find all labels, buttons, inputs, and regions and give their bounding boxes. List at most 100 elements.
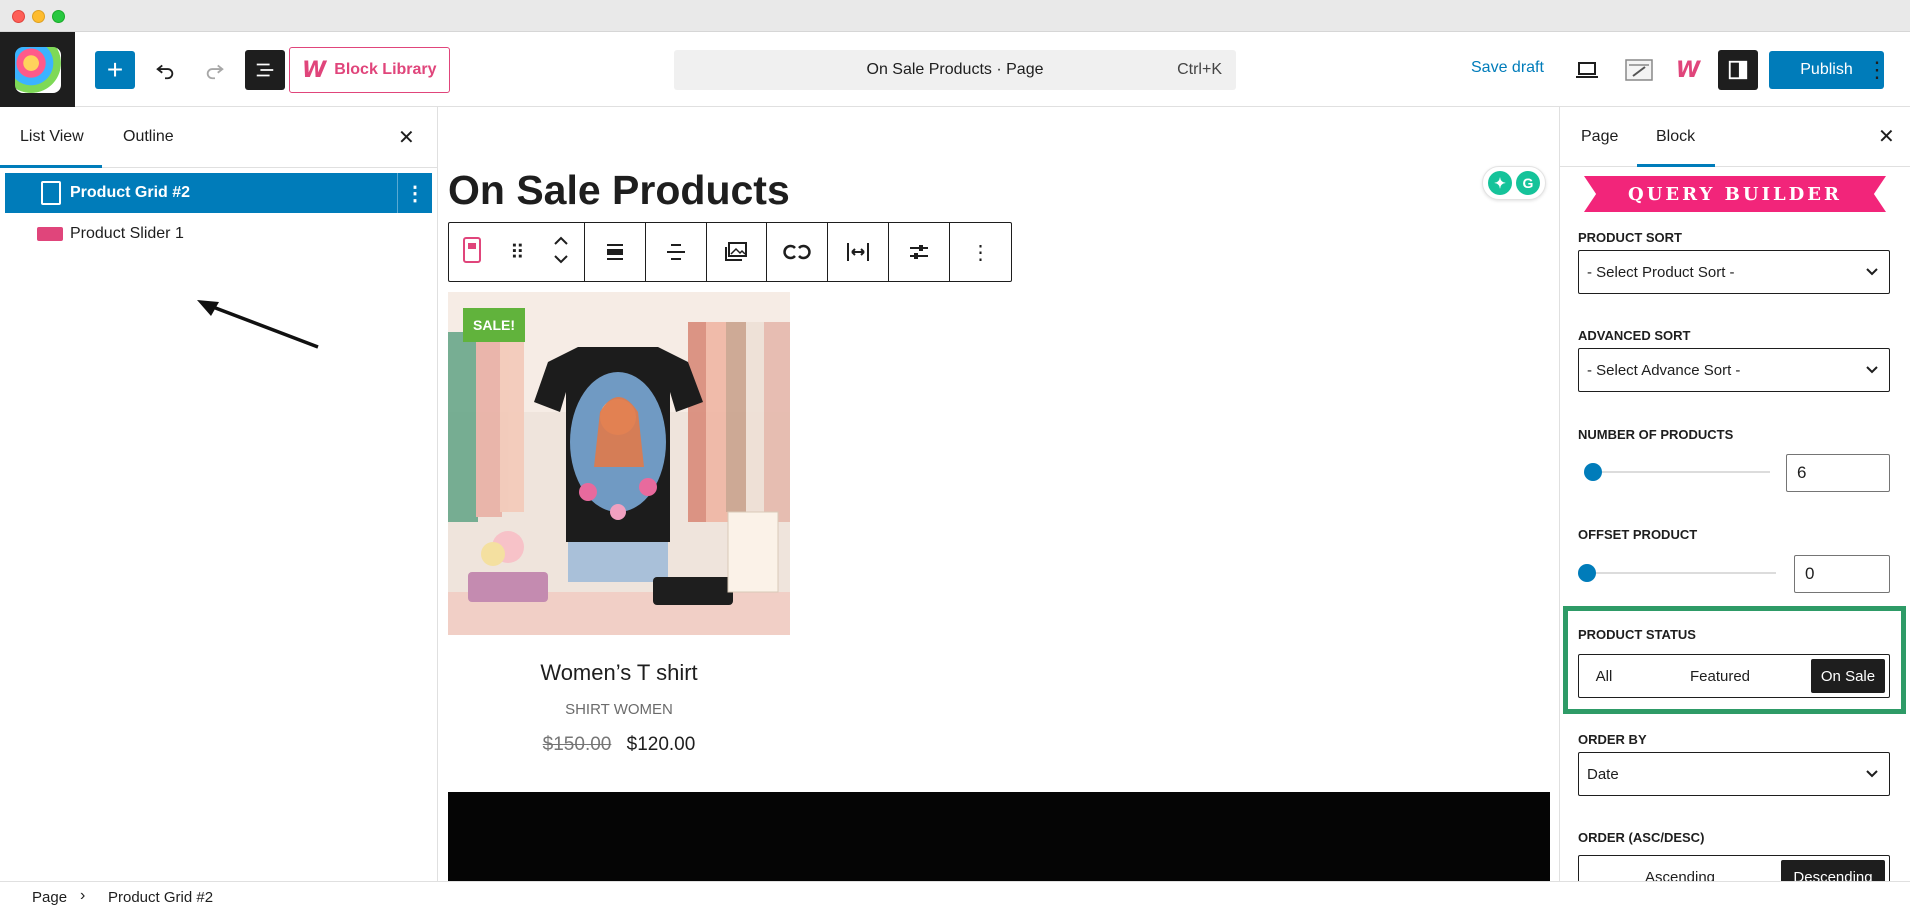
chevron-right-icon: › <box>80 887 86 904</box>
status-option-on-sale[interactable]: On Sale <box>1811 659 1885 693</box>
align-button[interactable] <box>585 223 646 281</box>
close-list-view-button[interactable]: ✕ <box>398 125 415 150</box>
product-title[interactable]: Women’s T shirt <box>448 660 790 686</box>
number-of-products-input[interactable]: 6 <box>1786 454 1890 492</box>
editor-icon <box>1625 59 1653 81</box>
advanced-sort-select[interactable]: - Select Advance Sort - <box>1578 348 1890 392</box>
command-palette-bar[interactable]: On Sale Products · Page Ctrl+K <box>674 50 1236 90</box>
undo-button[interactable] <box>146 51 184 89</box>
active-tab-indicator <box>0 165 102 168</box>
redo-button[interactable] <box>196 51 234 89</box>
list-item-product-grid[interactable]: Product Grid #2 ⋮ <box>5 173 432 213</box>
preview-button[interactable] <box>1568 51 1606 89</box>
status-option-all[interactable]: All <box>1579 659 1629 693</box>
gallery-button[interactable] <box>707 223 768 281</box>
offset-product-slider-thumb[interactable] <box>1578 564 1596 582</box>
order-option-ascending[interactable]: Ascending <box>1579 860 1781 882</box>
annotation-arrow <box>197 300 319 349</box>
block-library-button[interactable]: W Block Library <box>289 47 450 93</box>
laptop-icon <box>1576 62 1598 78</box>
settings-sidebar-toggle[interactable] <box>1718 50 1758 90</box>
drag-handle-icon[interactable]: ⠿ <box>510 240 525 265</box>
site-icon <box>14 46 61 93</box>
breadcrumb-current-block[interactable]: Product Grid #2 <box>108 889 213 906</box>
grammarly-widget[interactable]: ✦ G <box>1482 166 1546 200</box>
product-status-label: PRODUCT STATUS <box>1578 627 1696 642</box>
width-button[interactable] <box>828 223 890 281</box>
number-of-products-slider-track[interactable] <box>1590 471 1770 473</box>
offset-product-input[interactable]: 0 <box>1794 555 1890 593</box>
list-item-product-slider[interactable]: Product Slider 1 <box>5 214 432 254</box>
block-inserter-button[interactable]: + <box>95 51 135 89</box>
order-by-value: Date <box>1587 765 1619 783</box>
advanced-sort-value: - Select Advance Sort - <box>1587 361 1741 379</box>
sale-badge: SALE! <box>463 308 525 342</box>
editor-canvas: On Sale Products ✦ G ⠿ ⋮ SALE! Women’s T… <box>439 107 1559 881</box>
close-settings-button[interactable]: ✕ <box>1878 124 1895 149</box>
minimize-window-button[interactable] <box>32 10 45 23</box>
chevron-down-icon <box>1866 268 1878 276</box>
list-item-options-button[interactable]: ⋮ <box>397 173 432 213</box>
undo-icon <box>156 64 174 80</box>
list-item-label: Product Grid #2 <box>70 184 191 201</box>
justify-center-icon <box>666 244 685 260</box>
list-view-panel: List View Outline ✕ Product Grid #2 ⋮ Pr… <box>0 107 438 881</box>
product-price: $150.00 $120.00 <box>448 734 790 756</box>
offset-product-slider-track[interactable] <box>1586 572 1776 574</box>
link-icon <box>783 244 812 260</box>
page-title[interactable]: On Sale Products <box>448 167 790 214</box>
tab-list-view[interactable]: List View <box>20 128 84 146</box>
editor-tools-button[interactable] <box>1620 51 1658 89</box>
save-draft-button[interactable]: Save draft <box>1471 59 1544 77</box>
order-option-descending[interactable]: Descending <box>1781 860 1885 881</box>
tab-block[interactable]: Block <box>1656 128 1695 146</box>
product-sort-label: PRODUCT SORT <box>1578 230 1682 245</box>
regular-price: $150.00 <box>542 734 612 755</box>
order-by-select[interactable]: Date <box>1578 752 1890 796</box>
more-vertical-icon: ⋮ <box>970 241 991 264</box>
settings-sidebar: Page Block ✕ QUERY BUILDER PRODUCT SORT … <box>1559 107 1910 881</box>
grammarly-icon: G <box>1516 171 1540 195</box>
order-label: ORDER (ASC/DESC) <box>1578 830 1705 845</box>
tab-page[interactable]: Page <box>1581 128 1618 146</box>
sliders-icon <box>910 245 929 259</box>
settings-tabs: Page Block ✕ <box>1560 107 1910 167</box>
justify-button[interactable] <box>646 223 707 281</box>
block-settings-button[interactable] <box>889 223 951 281</box>
editor-header: + W Block Library On Sale Products · Pag… <box>0 32 1910 107</box>
active-tab-indicator <box>1637 164 1715 167</box>
status-option-featured[interactable]: Featured <box>1629 659 1811 693</box>
tab-outline[interactable]: Outline <box>123 128 174 146</box>
options-button[interactable]: ⋮ <box>1862 51 1892 89</box>
plus-icon: + <box>106 54 124 85</box>
redo-icon <box>206 64 224 80</box>
document-title: On Sale Products · Page <box>866 61 1044 78</box>
query-builder-banner: QUERY BUILDER <box>1584 176 1886 212</box>
zoom-window-button[interactable] <box>52 10 65 23</box>
wopb-plugin-button[interactable]: W <box>1668 51 1706 89</box>
document-overview-button[interactable] <box>245 50 285 90</box>
site-logo-button[interactable] <box>0 32 75 107</box>
product-grid-block-icon[interactable] <box>463 236 482 268</box>
breadcrumb-page[interactable]: Page <box>32 889 67 906</box>
link-button[interactable] <box>767 223 829 281</box>
block-breadcrumb: Page › Product Grid #2 <box>0 881 1910 912</box>
offset-product-label: OFFSET PRODUCT <box>1578 527 1698 542</box>
product-sort-select[interactable]: - Select Product Sort - <box>1578 250 1890 294</box>
number-of-products-slider-thumb[interactable] <box>1584 463 1602 481</box>
more-options-button[interactable]: ⋮ <box>950 223 1011 281</box>
list-view-tabs: List View Outline ✕ <box>0 107 438 168</box>
block-library-label: Block Library <box>334 61 437 78</box>
advanced-sort-label: ADVANCED SORT <box>1578 328 1691 343</box>
product-image[interactable]: SALE! <box>448 292 790 635</box>
window-titlebar <box>0 0 1910 32</box>
block-library-logo-icon: W <box>302 57 326 83</box>
align-full-icon <box>606 244 623 260</box>
product-slider-block[interactable] <box>448 792 1550 881</box>
product-categories[interactable]: SHIRT WOMEN <box>448 701 790 718</box>
product-status-toggle: All Featured On Sale <box>1578 654 1890 698</box>
gallery-icon <box>725 242 748 261</box>
move-up-down-icon[interactable] <box>553 235 569 270</box>
lightbulb-icon: ✦ <box>1488 171 1512 195</box>
close-window-button[interactable] <box>12 10 25 23</box>
